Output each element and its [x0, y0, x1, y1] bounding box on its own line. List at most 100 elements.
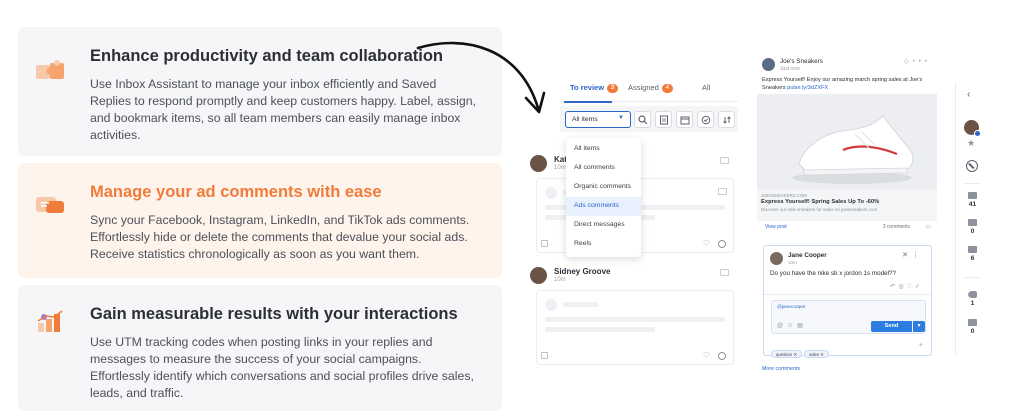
conversation-item[interactable]: Sidney Groove 10m ♡ — [527, 264, 737, 365]
at-icon[interactable]: @ — [777, 323, 787, 329]
menu-item-reels[interactable]: Reels — [566, 235, 641, 254]
ad-link-preview[interactable]: JOESSNEAKERS.COM Express Yourself! Sprin… — [757, 190, 937, 221]
comment-icon: ▭ — [925, 224, 931, 230]
feature-card-ad-comments: Manage your ad comments with ease Sync y… — [18, 163, 502, 278]
check-icon[interactable]: ✓ — [915, 284, 923, 290]
conversation-name: Sidney Groove — [554, 267, 611, 276]
chevron-left-icon[interactable]: ‹ — [967, 89, 970, 100]
tag-icon — [968, 291, 977, 298]
feature-card-measurable-results: Gain measurable results with your intera… — [18, 285, 502, 411]
commenter-name: Jane Cooper — [788, 252, 827, 259]
skeleton-avatar — [545, 187, 557, 199]
reply-input[interactable]: @janecooper @☺▤ Send ▼ — [771, 300, 926, 334]
filter-select[interactable]: All items ▼ — [565, 111, 631, 128]
emoji-icon[interactable]: ☺ — [787, 323, 797, 329]
skeleton-line — [545, 317, 725, 322]
block-icon[interactable] — [966, 160, 978, 172]
comment-actions: ↶◎♡✓ — [890, 283, 923, 290]
megaphone-icon — [36, 197, 64, 213]
post-text: Express Yourself! Enjoy our amazing marc… — [762, 76, 934, 92]
heart-icon[interactable]: ♡ — [907, 284, 915, 290]
calendar-button[interactable] — [676, 111, 693, 128]
calendar-icon — [680, 116, 690, 125]
close-icon[interactable]: ✕ — [902, 252, 912, 259]
check-circle-icon[interactable] — [718, 352, 726, 360]
sneaker-image — [757, 94, 937, 190]
tag-icon[interactable]: ◇ — [904, 59, 913, 65]
more-icon[interactable]: ⋮ — [912, 252, 923, 259]
comment-channel-icon — [718, 188, 727, 195]
stat-notes: 0 — [956, 319, 989, 335]
skeleton-line — [563, 302, 598, 307]
saved-replies-button[interactable] — [655, 111, 672, 128]
stat-value: 1 — [970, 300, 975, 307]
share-icon — [968, 246, 977, 253]
tag-chip[interactable]: sales ✕ — [804, 350, 829, 358]
tag-chip[interactable]: question ✕ — [771, 350, 803, 358]
menu-item-direct-messages[interactable]: Direct messages — [566, 216, 641, 235]
sort-button[interactable] — [718, 111, 735, 128]
divider — [764, 294, 931, 295]
menu-item-organic-comments[interactable]: Organic comments — [566, 178, 641, 197]
skeleton-avatar — [545, 299, 557, 311]
stat-comments: 41 — [956, 192, 989, 208]
note-icon — [968, 319, 977, 326]
saved-reply-icon[interactable]: ▤ — [797, 323, 807, 329]
tab-label: All — [702, 83, 711, 92]
count-badge: 3 — [607, 84, 619, 93]
comment-reply-card: Jane Cooper 10m ✕⋮ Do you have the nike … — [763, 245, 932, 358]
send-options-button[interactable]: ▼ — [913, 321, 925, 332]
avatar — [530, 155, 547, 172]
search-icon — [638, 115, 648, 125]
send-button[interactable]: Send — [871, 321, 912, 332]
skeleton-line — [545, 327, 655, 332]
tab-assigned[interactable]: Assigned 4 — [628, 83, 673, 93]
tag-label: question — [776, 352, 793, 357]
comment-options[interactable]: ✕⋮ — [902, 251, 923, 259]
feature-title: Gain measurable results with your intera… — [90, 305, 458, 323]
menu-item-all-items[interactable]: All items — [566, 140, 641, 159]
avatar[interactable] — [964, 120, 981, 137]
mention-text: @janecooper — [777, 305, 806, 310]
mark-done-button[interactable] — [697, 111, 714, 128]
menu-item-ads-comments[interactable]: Ads comments — [566, 197, 641, 216]
filter-selected-value: All items — [572, 116, 598, 123]
stat-messages: 0 — [956, 219, 989, 235]
sneaker-illustration — [757, 94, 937, 190]
more-icon[interactable]: ••• — [913, 59, 931, 65]
sort-icon — [723, 116, 731, 124]
conversation-time: 10m — [554, 277, 566, 283]
feature-description: Sync your Facebook, Instagram, LinkedIn,… — [90, 213, 470, 261]
avatar — [770, 252, 783, 265]
add-tag-button[interactable]: + — [919, 342, 923, 349]
heart-icon[interactable]: ♡ — [703, 351, 710, 360]
stat-shares: 6 — [956, 246, 989, 262]
document-icon — [660, 115, 668, 125]
tab-all[interactable]: All — [702, 83, 710, 92]
view-post-link[interactable]: View post — [765, 224, 787, 230]
select-checkbox[interactable] — [541, 240, 548, 247]
hide-icon[interactable]: ◎ — [898, 284, 906, 290]
avatar — [762, 58, 775, 71]
menu-item-all-comments[interactable]: All comments — [566, 159, 641, 178]
heart-icon[interactable]: ♡ — [703, 239, 710, 248]
feature-description: Use UTM tracking codes when posting link… — [90, 335, 474, 400]
stat-value: 0 — [970, 228, 975, 235]
stat-tags: 1 — [956, 291, 989, 307]
search-button[interactable] — [634, 111, 651, 128]
post-time: Just now — [780, 66, 800, 72]
tab-to-review[interactable]: To review 3 — [570, 83, 619, 93]
post-link[interactable]: pulse.ly/3dZXFX — [787, 85, 828, 91]
comment-channel-icon — [720, 157, 729, 164]
megaphone-channel-icon — [720, 269, 729, 276]
chevron-down-icon: ▼ — [618, 115, 624, 121]
ad-title: Express Yourself! Spring Sales Up To -60… — [761, 199, 880, 205]
star-icon[interactable]: ★ — [967, 138, 975, 149]
facebook-badge-icon — [974, 130, 981, 137]
post-options[interactable]: ◇••• — [904, 58, 931, 65]
select-checkbox[interactable] — [541, 352, 548, 359]
tag-list: question ✕ sales ✕ — [771, 343, 831, 361]
more-comments-link[interactable]: More comments — [762, 366, 800, 372]
check-circle-icon[interactable] — [718, 240, 726, 248]
ad-description: Discover our new sneakers for sales on j… — [761, 207, 878, 212]
